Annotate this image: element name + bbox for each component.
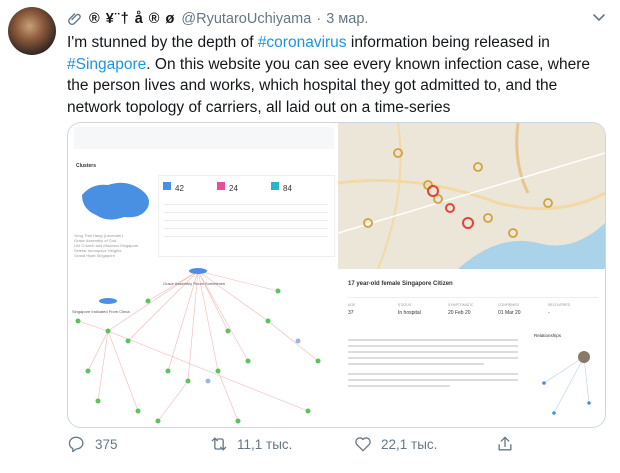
dashboard-panel: Clusters Yong Thai Hang (Lavender) Grace… <box>68 123 338 427</box>
dashboard-top-table <box>74 127 334 149</box>
relationships-label: Relationships <box>534 333 562 338</box>
stat-total: 42 <box>175 184 184 193</box>
hashtag-link[interactable]: #coronavirus <box>258 34 347 51</box>
case-detail-panel: 17 year-old female Singapore Citizen AGE… <box>338 269 605 427</box>
chevron-down-icon[interactable] <box>592 13 606 23</box>
case-description <box>348 335 518 391</box>
tweet-text: I'm stunned by the depth of #coronavirus… <box>67 32 607 118</box>
share-icon <box>498 436 512 451</box>
stat-hospitalised: 24 <box>229 184 238 193</box>
reply-count: 375 <box>95 436 118 452</box>
tweet-actions: 375 11,1 тыс. 22,1 тыс. <box>67 434 537 458</box>
retweet-icon <box>211 437 227 451</box>
case-field: SYMPTOMATIC 20 Feb 20 <box>448 303 474 316</box>
stats-panel: 42 24 84 <box>158 175 335 257</box>
paperclip-icon <box>68 13 81 25</box>
reply-button[interactable]: 375 <box>67 434 118 454</box>
singapore-map-thumb <box>82 182 149 220</box>
case-field: AGE 37 <box>348 303 356 316</box>
map-view[interactable] <box>337 123 605 270</box>
svg-text:Grace Assembly Room Sometimes: Grace Assembly Room Sometimes <box>163 281 225 286</box>
relationship-graph <box>542 351 591 415</box>
cluster-list: Yong Thai Hang (Lavender) Grace Assembly… <box>74 233 139 258</box>
tweet-text-span: . On this website you can see every know… <box>67 55 590 116</box>
tweet-text-span: information being released in <box>346 34 550 51</box>
case-field: CONFIRMED 01 Mar 20 <box>498 303 521 316</box>
author-name[interactable]: ® ¥¨† å ® ø <box>89 11 175 27</box>
case-field: RECOVERED - <box>548 303 571 316</box>
avatar[interactable] <box>8 7 56 55</box>
like-count: 22,1 тыс. <box>381 436 438 452</box>
tweet-media-image[interactable]: Clusters Yong Thai Hang (Lavender) Grace… <box>67 122 606 428</box>
svg-text:Singapore Indicated From China: Singapore Indicated From China <box>72 309 130 314</box>
like-button[interactable]: 22,1 тыс. <box>353 434 437 454</box>
case-field: STATUS In hospital <box>398 303 421 316</box>
hashtag-link[interactable]: #Singapore <box>67 56 146 73</box>
network-graph: Grace Assembly Room Sometimes Singapore … <box>72 268 321 424</box>
tweet-text-span: I'm stunned by the depth of <box>67 34 258 51</box>
clusters-title: Clusters <box>76 163 97 169</box>
case-fields: AGE 37 STATUS In hospital SYMPTOMATIC 20 Feb … <box>348 303 598 327</box>
share-button[interactable] <box>495 434 523 454</box>
stat-recovered: 84 <box>283 184 292 193</box>
separator: · <box>316 11 322 27</box>
case-header: 17 year-old female Singapore Citizen <box>348 281 453 287</box>
reply-icon <box>68 436 84 453</box>
retweet-button[interactable]: 11,1 тыс. <box>209 434 292 454</box>
retweet-count: 11,1 тыс. <box>237 436 293 452</box>
author-handle[interactable]: @RyutaroUchiyama <box>181 11 311 27</box>
tweet-date[interactable]: 3 мар. <box>326 11 368 27</box>
tweet-header: ® ¥¨† å ® ø @RyutaroUchiyama · 3 мар. <box>67 9 600 29</box>
heart-icon <box>355 437 371 452</box>
singapore-street-map <box>337 123 605 270</box>
